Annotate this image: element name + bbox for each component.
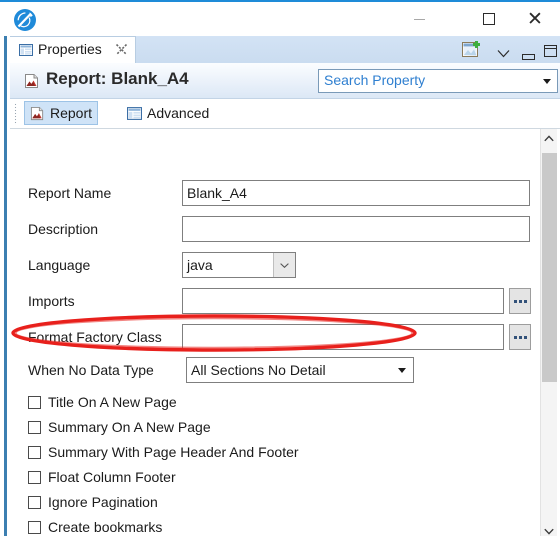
label-description: Description bbox=[28, 221, 99, 237]
dot-icon bbox=[518, 335, 522, 339]
checkbox-icon[interactable] bbox=[28, 420, 41, 434]
dot-icon bbox=[523, 299, 527, 303]
report-page-icon bbox=[30, 106, 45, 121]
application-window: ✕ Properties Report: Blank_A4 Search Pro… bbox=[0, 0, 560, 540]
advanced-table-icon bbox=[127, 106, 142, 121]
properties-form: Report Name Blank_A4 Description Languag… bbox=[10, 129, 560, 540]
checkbox-label: Ignore Pagination bbox=[48, 494, 158, 510]
tab-advanced[interactable]: Advanced bbox=[122, 101, 214, 125]
when-no-data-type-value: All Sections No Detail bbox=[191, 362, 326, 378]
checkbox-label: Float Column Footer bbox=[48, 469, 176, 485]
label-imports: Imports bbox=[28, 293, 75, 309]
inner-tab-bar: Report Advanced bbox=[10, 99, 560, 129]
window-minimize-button[interactable] bbox=[396, 2, 442, 36]
label-format-factory-class: Format Factory Class bbox=[28, 329, 162, 345]
when-no-data-type-combo-button[interactable] bbox=[391, 358, 413, 382]
view-tab-strip: Properties bbox=[10, 36, 560, 63]
checkbox-summary-on-a-new-page[interactable]: Summary On A New Page bbox=[28, 416, 211, 438]
chevron-down-icon[interactable] bbox=[543, 79, 551, 84]
language-combo[interactable]: java bbox=[182, 252, 296, 278]
window-bottom-edge bbox=[0, 536, 560, 540]
tab-report[interactable]: Report bbox=[24, 101, 99, 125]
checkbox-summary-with-page-header-and-footer[interactable]: Summary With Page Header And Footer bbox=[28, 441, 299, 463]
dot-icon bbox=[513, 335, 517, 339]
window-maximize-button[interactable] bbox=[466, 2, 512, 36]
chevron-down-icon bbox=[398, 367, 406, 373]
checkbox-icon[interactable] bbox=[28, 495, 41, 509]
label-report-name: Report Name bbox=[28, 185, 112, 201]
checkbox-icon[interactable] bbox=[28, 520, 41, 534]
checkbox-ignore-pagination[interactable]: Ignore Pagination bbox=[28, 491, 158, 513]
tab-advanced-label: Advanced bbox=[147, 105, 210, 121]
checkbox-icon[interactable] bbox=[28, 470, 41, 484]
search-property-placeholder: Search Property bbox=[324, 72, 426, 88]
properties-header: Report: Blank_A4 Search Property bbox=[10, 63, 560, 99]
checkbox-float-column-footer[interactable]: Float Column Footer bbox=[28, 466, 176, 488]
label-language: Language bbox=[28, 257, 91, 273]
checkbox-label: Summary On A New Page bbox=[48, 419, 211, 435]
report-name-input[interactable]: Blank_A4 bbox=[182, 180, 530, 206]
checkbox-label: Title On A New Page bbox=[48, 394, 177, 410]
chevron-down-icon bbox=[280, 262, 289, 268]
window-close-button[interactable]: ✕ bbox=[512, 2, 558, 36]
language-combo-button[interactable] bbox=[273, 253, 295, 277]
checkbox-icon[interactable] bbox=[28, 395, 41, 409]
imports-input[interactable] bbox=[182, 288, 504, 314]
properties-view: Properties Report: Blank_A4 Search Prope… bbox=[4, 36, 560, 540]
minimize-view-icon[interactable] bbox=[522, 47, 535, 60]
scrollbar-thumb[interactable] bbox=[542, 153, 557, 382]
chevron-up-icon bbox=[544, 134, 554, 141]
scroll-up-button[interactable] bbox=[541, 129, 557, 147]
when-no-data-type-combo[interactable]: All Sections No Detail bbox=[186, 357, 414, 383]
jaspersoft-app-icon bbox=[12, 7, 38, 33]
view-menu-chevron-icon[interactable] bbox=[497, 45, 510, 58]
maximize-icon bbox=[483, 13, 495, 25]
dot-icon bbox=[523, 335, 527, 339]
maximize-view-icon[interactable] bbox=[544, 44, 557, 57]
vertical-scrollbar[interactable] bbox=[540, 129, 557, 540]
checkbox-icon[interactable] bbox=[28, 445, 41, 459]
checkbox-title-on-a-new-page[interactable]: Title On A New Page bbox=[28, 391, 177, 413]
toolbar-drag-handle[interactable] bbox=[14, 103, 17, 125]
imports-browse-button[interactable] bbox=[509, 288, 531, 314]
label-when-no-data-type: When No Data Type bbox=[28, 362, 154, 378]
checkbox-label: Create bookmarks bbox=[48, 519, 163, 535]
chevron-down-icon bbox=[544, 528, 554, 535]
window-title-bar: ✕ bbox=[0, 0, 560, 36]
minimize-icon bbox=[413, 18, 425, 20]
view-toolbar bbox=[10, 36, 560, 63]
tab-report-label: Report bbox=[50, 105, 93, 121]
format-factory-class-browse-button[interactable] bbox=[509, 324, 531, 350]
new-view-icon[interactable] bbox=[462, 40, 482, 59]
checkbox-label: Summary With Page Header And Footer bbox=[48, 444, 299, 460]
dot-icon bbox=[518, 299, 522, 303]
search-property-input[interactable]: Search Property bbox=[318, 69, 558, 93]
dot-icon bbox=[513, 299, 517, 303]
format-factory-class-input[interactable] bbox=[182, 324, 504, 350]
report-page-icon bbox=[24, 73, 40, 89]
close-icon: ✕ bbox=[527, 7, 543, 30]
language-combo-value: java bbox=[187, 257, 213, 273]
checkbox-create-bookmarks[interactable]: Create bookmarks bbox=[28, 516, 162, 538]
page-title: Report: Blank_A4 bbox=[46, 69, 189, 88]
description-input[interactable] bbox=[182, 216, 530, 242]
